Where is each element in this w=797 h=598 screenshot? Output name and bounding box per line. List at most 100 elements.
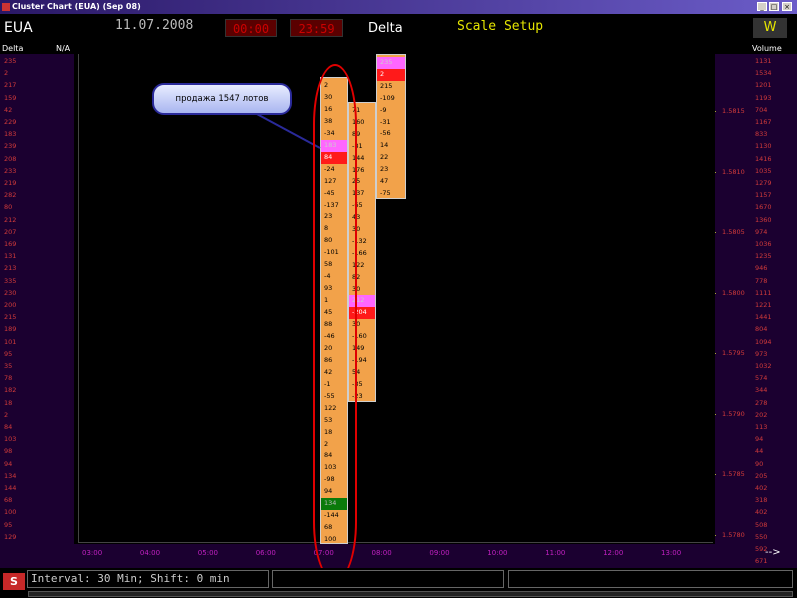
delta-value: 100 [4,508,17,517]
horizontal-scrollbar[interactable] [28,591,793,597]
volume-value: 778 [755,276,768,285]
volume-value: 202 [755,410,768,419]
volume-value: 1360 [755,215,772,224]
delta-value: 134 [4,471,17,480]
volume-value: 833 [755,130,768,139]
time-start-field[interactable]: 00:00 [225,19,277,37]
cluster-column-0800[interactable]: 235 2 215 -109 -9 -31 -56 14 22 23 47 -75 [376,54,406,199]
scroll-right-arrow[interactable]: --> [765,547,781,558]
time-label: 12:00 [603,549,624,557]
time-label: 11:00 [545,549,566,557]
cluster-cell[interactable]: -109 [377,93,405,105]
cluster-cell[interactable]: -75 [377,188,405,200]
cluster-cell[interactable]: -56 [377,128,405,140]
delta-value: 131 [4,252,17,261]
time-label: 05:00 [197,549,218,557]
delta-value: 159 [4,93,17,102]
delta-mode-button[interactable]: Delta [368,21,403,36]
delta-value: 217 [4,81,17,90]
volume-value: 1035 [755,166,772,175]
scale-setup-button[interactable]: Scale Setup [457,19,543,34]
price-label: 1.5780 [722,530,745,539]
delta-value: 230 [4,288,17,297]
delta-value: 98 [4,447,13,456]
volume-value: 804 [755,325,768,334]
volume-value: 278 [755,398,768,407]
delta-value: 182 [4,386,17,395]
volume-value: 704 [755,105,768,114]
volume-value: 1441 [755,313,772,322]
volume-value: 1416 [755,154,772,163]
delta-value: 200 [4,301,17,309]
volume-value: 1534 [755,69,772,78]
volume-value: 1670 [755,203,772,212]
cluster-cell[interactable]: 22 [377,152,405,164]
close-button[interactable]: × [782,2,792,11]
delta-value: 229 [4,118,17,126]
delta-value: 80 [4,203,13,212]
delta-value: 18 [4,398,13,407]
delta-value: 282 [4,191,17,200]
delta-value: 2 [4,410,9,419]
status-panel-2 [272,570,504,588]
delta-value: 101 [4,337,17,346]
cluster-cell[interactable]: 2 [377,68,405,81]
delta-value: 208 [4,154,17,163]
delta-value: 78 [4,374,13,383]
w-button[interactable]: W [753,18,787,38]
cluster-cell[interactable]: -31 [377,117,405,129]
delta-value: 213 [4,264,17,273]
time-label: 08:00 [371,549,392,557]
s-button[interactable]: S [3,573,25,590]
volume-value: 574 [755,374,768,383]
volume-value: 550 [755,532,768,541]
delta-value: 239 [4,142,17,151]
volume-value: 1094 [755,337,772,346]
minimize-button[interactable]: _ [757,2,767,11]
cluster-cell[interactable]: 23 [377,164,405,176]
volume-value: 205 [755,471,768,480]
delta-value: 233 [4,166,17,175]
maximize-button[interactable]: □ [769,2,779,11]
volume-value: 344 [755,386,768,395]
volume-value: 671 [755,557,768,566]
delta-value: 95 [4,349,13,358]
volume-value: 1157 [755,191,772,200]
cluster-cell[interactable]: -9 [377,105,405,117]
cluster-cell[interactable]: 47 [377,176,405,188]
time-end-field[interactable]: 23:59 [290,19,343,37]
volume-value: 1235 [755,252,772,261]
cluster-cell[interactable]: 235 [377,57,405,69]
delta-value: 84 [4,423,13,431]
time-label: 06:00 [255,549,276,557]
volume-value: 946 [755,264,768,273]
delta-value: 219 [4,179,17,187]
volume-value: 1221 [755,301,772,309]
time-label: 13:00 [661,549,682,557]
time-label: 04:00 [139,549,161,557]
delta-value: 42 [4,105,13,114]
delta-value: 212 [4,215,17,224]
na-column-header: N/A [56,44,71,53]
volume-value: 1130 [755,142,772,151]
delta-value: 129 [4,532,17,541]
cluster-cell[interactable]: 14 [377,140,405,152]
delta-value: 68 [4,496,13,505]
volume-value: 402 [755,484,768,492]
app-icon [2,3,10,11]
time-label: 09:00 [429,549,450,557]
delta-value: 2 [4,69,9,78]
window-title: Cluster Chart (EUA) (Sep 08) [12,2,141,11]
highlight-ellipse [313,64,357,582]
price-label: 1.5790 [722,409,745,418]
symbol-label: EUA [4,20,33,36]
volume-value: 1193 [755,93,772,102]
volume-value: 94 [755,435,764,444]
date-field[interactable]: 11.07.2008 [115,18,193,33]
delta-value: 95 [4,520,13,529]
volume-value: 1036 [755,240,772,248]
volume-value: 508 [755,520,768,529]
volume-value: 402 [755,508,768,517]
delta-value: 183 [4,130,17,139]
cluster-cell[interactable]: 215 [377,81,405,93]
